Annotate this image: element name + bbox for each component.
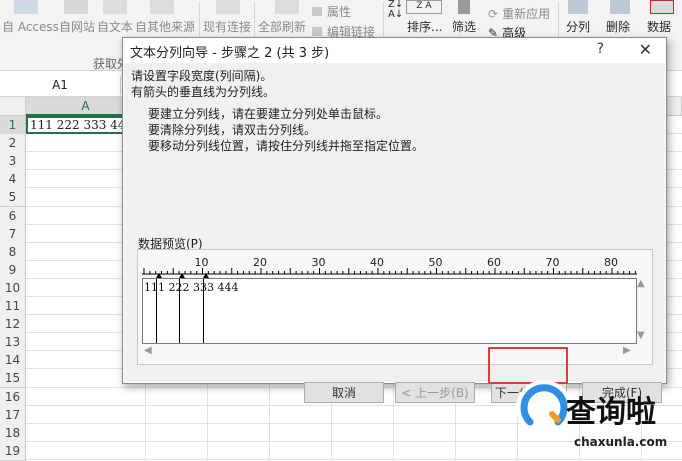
column-break-line[interactable] xyxy=(179,279,180,343)
data-preview-box: 10 20 30 40 50 60 70 80 111 222 333 444 ▲ ▼ ◀ ▶ xyxy=(137,249,653,365)
row-header-3[interactable]: 3 xyxy=(0,152,26,172)
ruler-label: 20 xyxy=(253,256,267,269)
access-icon xyxy=(14,0,38,14)
properties-button[interactable]: 属性 xyxy=(312,3,351,20)
from-access-button[interactable]: 自 Access xyxy=(2,18,59,35)
edit-links-icon xyxy=(312,27,322,36)
sort-button[interactable]: 排序... xyxy=(407,18,442,35)
existing-connections-button[interactable]: 现有连接 xyxy=(203,18,251,35)
watermark-brand: 查询啦 xyxy=(566,395,656,430)
row-header-13[interactable]: 13 xyxy=(0,333,26,353)
row-header-11[interactable]: 11 xyxy=(0,297,26,316)
properties-label: 属性 xyxy=(327,5,352,19)
ruler-label: 10 xyxy=(195,256,209,269)
row-header-18[interactable]: 18 xyxy=(0,423,26,443)
scroll-right-arrow-icon[interactable]: ▶ xyxy=(623,345,631,356)
remove-duplicates-button[interactable]: 删除 xyxy=(606,18,630,35)
data-preview-text: 111 222 333 444 xyxy=(144,281,239,294)
from-web-button[interactable]: 自网站 xyxy=(59,18,95,35)
row-header-14[interactable]: 14 xyxy=(0,351,26,371)
remove-duplicates-icon xyxy=(610,0,630,14)
refresh-all-button[interactable]: 全部刷新 xyxy=(258,18,306,35)
sort-dialog-icon: Z A xyxy=(406,0,442,14)
from-other-sources-button[interactable]: 自其他来源 xyxy=(135,18,195,35)
vertical-scrollbar[interactable]: ▲ ▼ xyxy=(634,278,648,344)
instruction-text-2: 要清除分列线，请双击分列线。 xyxy=(148,123,317,137)
ruler-label: 70 xyxy=(546,256,560,269)
ruler-label: 40 xyxy=(370,256,384,269)
row-header-15[interactable]: 15 xyxy=(0,369,26,389)
reapply-label: 重新应用 xyxy=(502,7,551,21)
row-header-10[interactable]: 10 xyxy=(0,278,26,298)
back-button[interactable]: < 上一步(B) xyxy=(395,382,475,403)
sort-az-icon[interactable]: Z↓ A↓ xyxy=(388,0,403,20)
filter-icon xyxy=(458,0,470,14)
help-icon[interactable]: ? xyxy=(597,41,604,57)
text-to-columns-button[interactable]: 分列 xyxy=(566,18,590,35)
instruction-text-3: 要移动分列线位置，请按住分列线并拖至指定位置。 xyxy=(148,139,425,153)
ruler-label: 50 xyxy=(429,256,443,269)
cancel-button[interactable]: 取消 xyxy=(304,382,384,403)
row-header-17[interactable]: 17 xyxy=(0,405,26,425)
ruler-label: 30 xyxy=(312,256,326,269)
row-header-4[interactable]: 4 xyxy=(0,170,26,190)
other-sources-icon xyxy=(150,0,174,14)
name-box[interactable]: A1 xyxy=(0,76,121,95)
data-validation-icon xyxy=(650,0,674,14)
dialog-title: 文本分列向导 - 步骤之 2 (共 3 步) xyxy=(130,46,330,61)
column-ruler[interactable]: 10 20 30 40 50 60 70 80 xyxy=(142,256,642,278)
text-to-columns-dialog: 文本分列向导 - 步骤之 2 (共 3 步) ? ✕ 请设置字段宽度(列间隔)。… xyxy=(122,37,667,403)
select-all-corner[interactable] xyxy=(0,97,26,116)
from-text-button[interactable]: 自文本 xyxy=(97,18,133,35)
filter-button[interactable]: 筛选 xyxy=(452,18,476,35)
row-header-19[interactable]: 19 xyxy=(0,441,26,461)
ruler-label: 80 xyxy=(604,256,618,269)
ruler-label: 60 xyxy=(487,256,501,269)
row-header-8[interactable]: 8 xyxy=(0,242,26,262)
instruction-text-1: 要建立分列线，请在要建立分列处单击鼠标。 xyxy=(148,107,389,121)
intro-text-1: 请设置字段宽度(列间隔)。 xyxy=(131,69,273,83)
properties-icon xyxy=(312,7,322,16)
intro-text-2: 有箭头的垂直线为分列线。 xyxy=(131,85,276,99)
row-header-9[interactable]: 9 xyxy=(0,260,26,280)
dialog-body: 请设置字段宽度(列间隔)。 有箭头的垂直线为分列线。 要建立分列线，请在要建立分… xyxy=(124,63,665,403)
row-header-1[interactable]: 1 xyxy=(0,116,26,135)
row-header-16[interactable]: 16 xyxy=(0,387,26,407)
row-header-6[interactable]: 6 xyxy=(0,206,26,226)
row-header-2[interactable]: 2 xyxy=(0,134,26,154)
watermark-domain: chaxunla.com xyxy=(574,435,667,449)
scroll-down-arrow-icon[interactable]: ▼ xyxy=(637,330,645,341)
watermark-logo: 查询啦 chaxunla.com xyxy=(516,380,667,449)
scroll-left-arrow-icon[interactable]: ◀ xyxy=(144,345,152,356)
scroll-up-arrow-icon[interactable]: ▲ xyxy=(637,278,645,289)
refresh-icon xyxy=(275,0,299,14)
web-icon xyxy=(64,0,88,14)
data-validation-button[interactable]: 数据 xyxy=(647,18,671,35)
data-preview-area[interactable]: 111 222 333 444 xyxy=(142,278,637,344)
row-header-5[interactable]: 5 xyxy=(0,188,26,208)
reapply-icon: ⟳ xyxy=(488,7,499,21)
text-file-icon xyxy=(103,0,127,14)
reapply-button[interactable]: ⟳ 重新应用 xyxy=(488,5,550,22)
text-to-columns-icon xyxy=(568,0,588,14)
connections-icon xyxy=(216,0,240,14)
row-header-12[interactable]: 12 xyxy=(0,315,26,335)
close-icon[interactable]: ✕ xyxy=(639,40,652,59)
column-break-line[interactable] xyxy=(156,279,157,343)
row-header-7[interactable]: 7 xyxy=(0,224,26,244)
column-break-line[interactable] xyxy=(203,279,204,343)
